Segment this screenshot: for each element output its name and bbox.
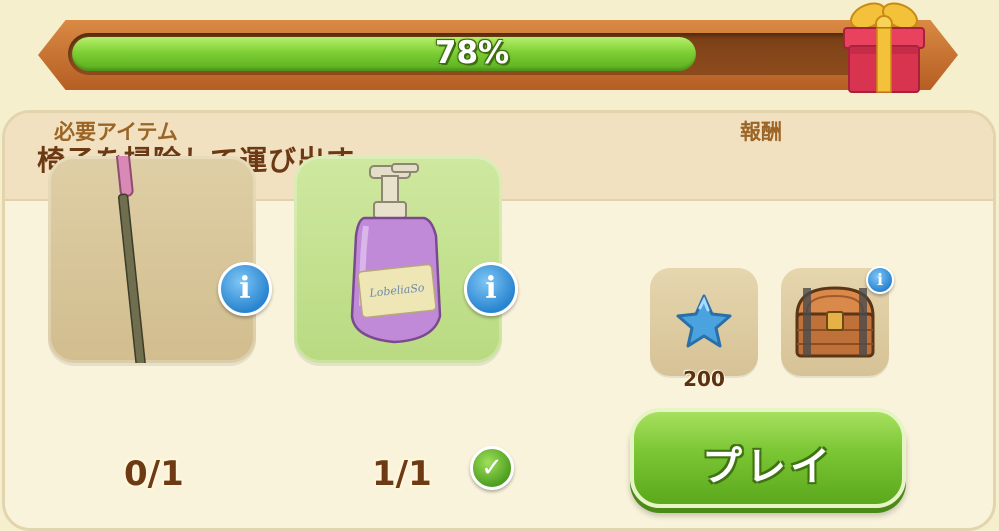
broom-count: 0/1 [124, 454, 184, 494]
quest-progress-frame: 78% [38, 20, 958, 90]
soap-info-button[interactable]: i [464, 262, 518, 316]
progress-track: 78% [68, 33, 876, 75]
reward-stars[interactable] [650, 268, 758, 376]
checkmark-icon: ✓ [470, 446, 514, 490]
progress-percent-label: 78% [434, 35, 510, 71]
required-item-soap[interactable]: LobeliaSo [294, 156, 502, 363]
play-button-label: プレイ [702, 444, 834, 490]
soap-count: 1/1 [372, 454, 432, 494]
reward-stars-amount: 200 [683, 367, 725, 391]
broom-info-button[interactable]: i [218, 262, 272, 316]
gift-box-icon[interactable] [838, 0, 930, 96]
blue-star-icon [676, 294, 732, 348]
rewards-label: 報酬 [740, 120, 782, 144]
chest-info-button[interactable]: i [866, 266, 894, 294]
play-button[interactable]: プレイ [630, 408, 906, 508]
required-item-broom[interactable] [48, 156, 256, 363]
required-items-label: 必要アイテム [54, 120, 178, 144]
soap-bottle-icon: LobeliaSo [350, 163, 442, 344]
broom-icon [113, 156, 148, 363]
